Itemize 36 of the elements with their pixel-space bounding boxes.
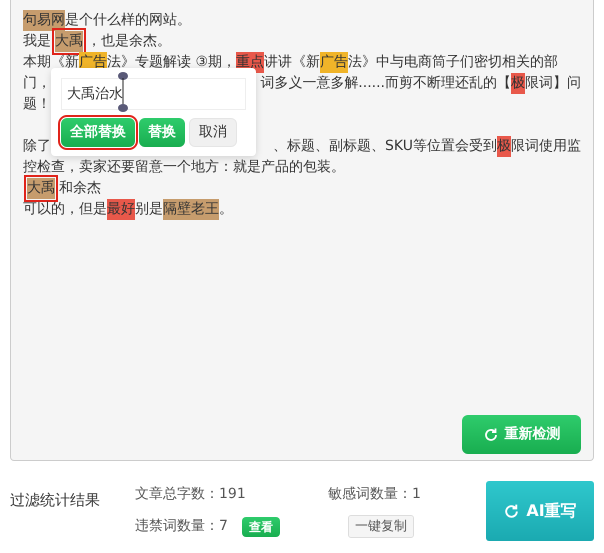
- flagged-word[interactable]: 大禹: [55, 31, 83, 52]
- flagged-word[interactable]: 句易网: [23, 10, 65, 31]
- stat-text: 文章总字数：191: [135, 484, 247, 504]
- editor-text: 限词】问: [525, 74, 581, 93]
- editor-text: 。: [219, 200, 233, 219]
- editor-text: 讲讲《新: [264, 53, 320, 72]
- editor-text: 门，: [23, 74, 51, 93]
- flagged-word[interactable]: 最好: [107, 199, 135, 220]
- editor-text: 是个什么样的网站。: [65, 11, 191, 30]
- editor-text: 法》中与电商筒子们密切相关的部: [348, 53, 558, 72]
- editor-text: 、标题、副标题、SKU等位置会受到: [273, 137, 497, 156]
- editor-text: 别是: [135, 200, 163, 219]
- editor-text: 词多义一意多解......而剪不断理还乱的【: [260, 74, 511, 93]
- flagged-word[interactable]: 广告: [320, 52, 348, 73]
- editor-text: 控检查，卖家还要留意一个地方：就是产品的包装。: [23, 158, 345, 177]
- flagged-word[interactable]: 隔壁老王: [163, 199, 219, 220]
- stats-title: 过滤统计结果: [10, 490, 101, 511]
- editor-text: 可以的，但是: [23, 200, 107, 219]
- refresh-icon: [503, 502, 520, 520]
- editor-text: 除了: [23, 137, 51, 156]
- flagged-word[interactable]: 大禹: [27, 178, 55, 199]
- editor-text: 和余杰: [59, 179, 101, 198]
- copy-button[interactable]: 一键复制: [348, 514, 414, 538]
- editor-text: 题！: [23, 95, 51, 114]
- editor-text: 本期《新: [23, 53, 79, 72]
- editor-text: 法》专题解读 ③期，: [107, 53, 236, 72]
- popup-button[interactable]: 取消: [189, 118, 237, 147]
- flagged-word[interactable]: 极: [497, 136, 511, 157]
- stat-text: 违禁词数量：7: [135, 517, 228, 536]
- stat-text: 敏感词数量：1: [328, 484, 422, 504]
- editor-text: ，也是余杰。: [87, 32, 171, 51]
- editor-text: 限词使用监: [511, 137, 581, 156]
- flagged-word[interactable]: 极: [511, 73, 525, 94]
- editor-text: 我是: [23, 32, 51, 51]
- refresh-icon: [482, 426, 498, 442]
- editor-area[interactable]: 句易网是个什么样的网站。 我是 大禹 ，也是余杰。 本期《新广告法》专题解读 ③期，重点讲讲《新广告法》中与电商筒子们密切相关的部 门， 词多义一意多解......而剪不断理还乱的【极限词】问 题！ 除了 、标题、副标题、SKU等位置会受到极限词使用监 控检查，卖家还要留意一个地方：就是产品的包装。 大禹 和余杰 可以的，但是最好别是隔壁老王。 大禹治水 全部替换 替换 取消 重新检测: [10, 0, 594, 461]
